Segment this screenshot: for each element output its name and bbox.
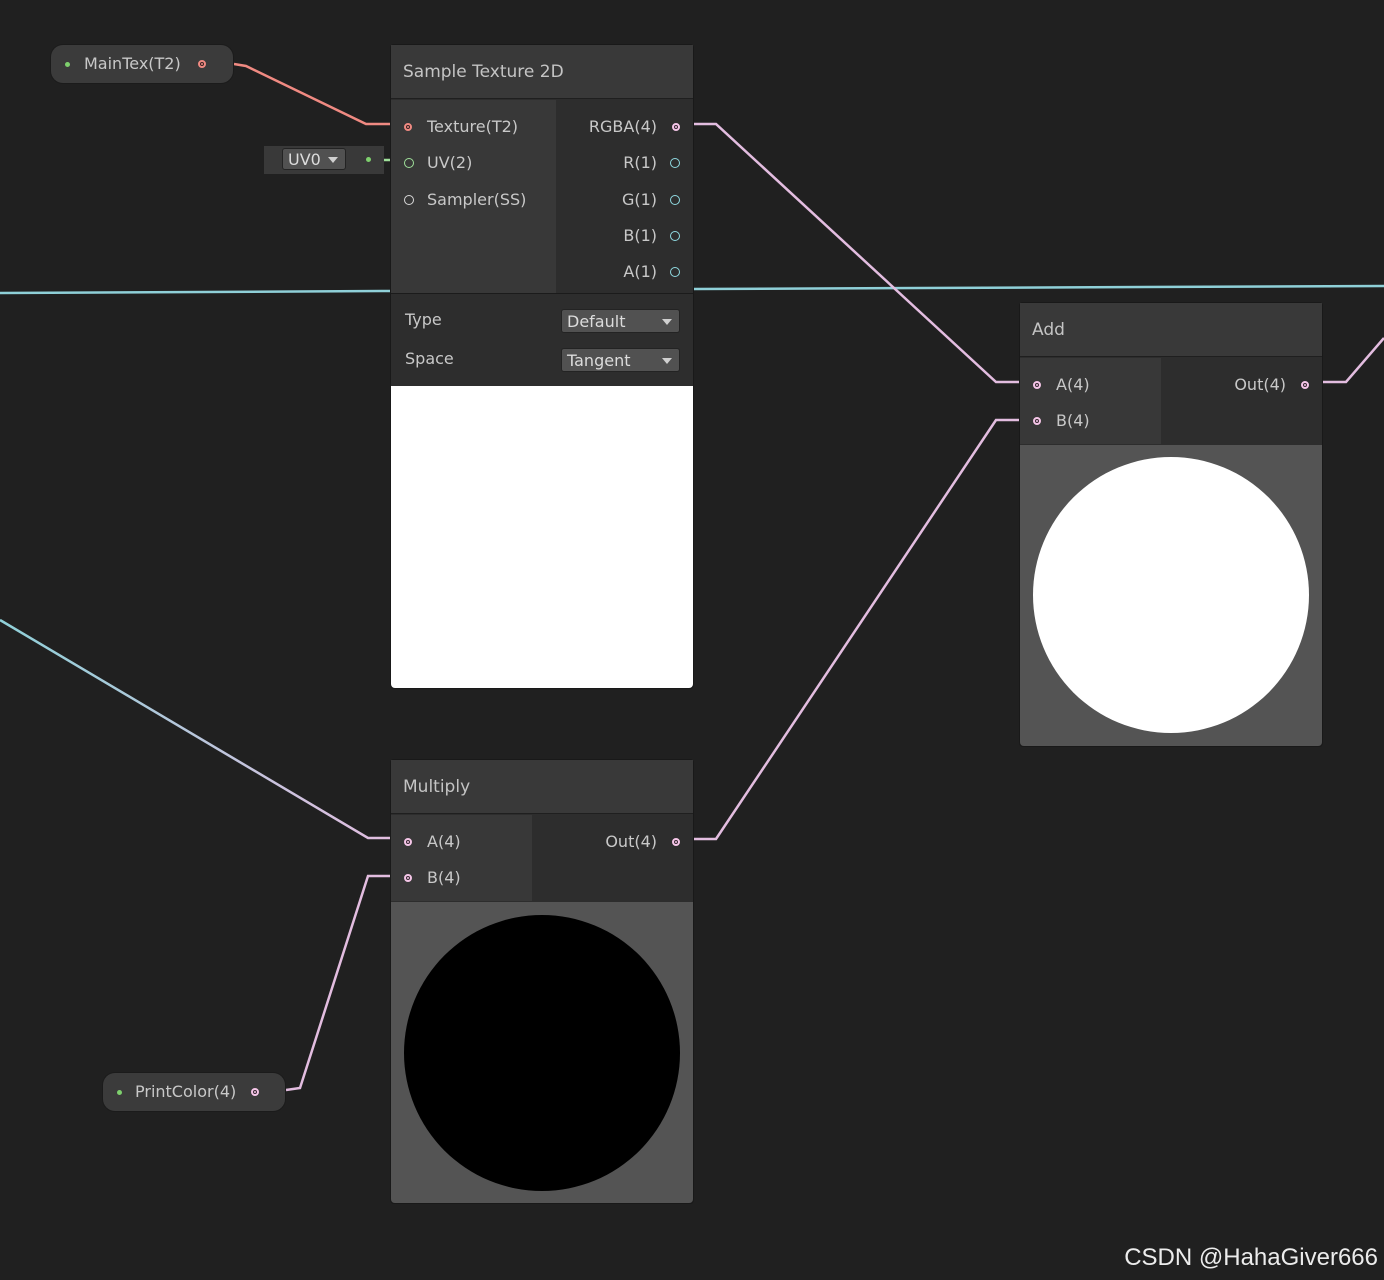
property-label: MainTex(T2)	[84, 54, 181, 73]
out-port-icon	[672, 838, 680, 846]
connection-dot-icon	[366, 157, 371, 162]
wire-to-multiply-a	[0, 618, 392, 840]
exposed-indicator-icon	[117, 1090, 122, 1095]
wire-maintex-to-texture	[233, 62, 392, 126]
wire-printcolor-to-multiply-b	[285, 874, 392, 1092]
input-port-a[interactable]: A(4)	[1032, 374, 1090, 396]
add-node[interactable]: Add A(4) B(4) Out(4)	[1020, 303, 1322, 746]
out-port-icon	[1301, 381, 1309, 389]
a-port-icon	[404, 838, 412, 846]
input-port-a[interactable]: A(4)	[403, 831, 461, 853]
output-column	[1162, 358, 1322, 444]
output-port-out[interactable]: Out(4)	[1234, 374, 1310, 396]
texture-port-icon	[404, 123, 412, 131]
exposed-indicator-icon	[65, 62, 70, 67]
add-preview	[1020, 445, 1322, 746]
uv-dropdown-value: UV0	[288, 150, 321, 169]
b-port-icon	[670, 231, 680, 241]
output-port-g[interactable]: G(1)	[622, 189, 681, 211]
node-title: Add	[1020, 303, 1322, 357]
a-port-icon	[670, 267, 680, 277]
output-port-r[interactable]: R(1)	[623, 152, 681, 174]
r-port-icon	[670, 158, 680, 168]
space-dropdown[interactable]: Tangent	[561, 348, 680, 372]
output-port-b[interactable]: B(1)	[623, 225, 681, 247]
chevron-down-icon	[328, 157, 338, 163]
output-column	[533, 815, 693, 901]
preview-sphere	[404, 915, 680, 1191]
b-port-icon	[404, 874, 412, 882]
output-port-out[interactable]: Out(4)	[605, 831, 681, 853]
ports-section: A(4) B(4) Out(4)	[1020, 358, 1322, 444]
input-port-texture[interactable]: Texture(T2)	[403, 116, 518, 138]
input-port-b[interactable]: B(4)	[1032, 410, 1090, 432]
type-label: Type	[405, 310, 442, 329]
property-node-printcolor[interactable]: PrintColor(4)	[103, 1073, 285, 1111]
b-port-icon	[1033, 417, 1041, 425]
g-port-icon	[670, 195, 680, 205]
output-port-icon[interactable]	[251, 1088, 259, 1096]
input-port-uv[interactable]: UV(2)	[403, 152, 472, 174]
watermark: CSDN @HahaGiver666	[1124, 1244, 1378, 1271]
output-port-a[interactable]: A(1)	[623, 261, 681, 283]
a-port-icon	[1033, 381, 1041, 389]
multiply-node[interactable]: Multiply A(4) B(4) Out(4)	[391, 760, 693, 1203]
property-node-maintex[interactable]: MainTex(T2)	[51, 45, 233, 83]
texture-preview	[391, 386, 693, 688]
input-port-b[interactable]: B(4)	[403, 867, 461, 889]
wire-float-horizontal	[0, 289, 391, 295]
uv-inline-field: UV0	[264, 146, 384, 174]
preview-sphere	[1033, 457, 1309, 733]
space-label: Space	[405, 349, 454, 368]
input-port-sampler[interactable]: Sampler(SS)	[403, 189, 526, 211]
chevron-down-icon	[662, 358, 672, 364]
wire-float-horizontal-right	[693, 284, 1384, 291]
uv-dropdown[interactable]: UV0	[282, 148, 346, 170]
wire-rgba-to-add-a	[694, 122, 1020, 384]
node-settings: Type Default Space Tangent	[391, 293, 693, 386]
wire-add-out	[1323, 337, 1384, 384]
sample-texture-2d-node[interactable]: Sample Texture 2D Texture(T2) UV(2) Samp…	[391, 45, 693, 688]
wire-multiply-to-add-b	[694, 418, 1020, 841]
output-port-rgba[interactable]: RGBA(4)	[589, 116, 681, 138]
property-label: PrintColor(4)	[135, 1082, 237, 1101]
uv-port-icon	[404, 158, 414, 168]
node-title: Multiply	[391, 760, 693, 814]
node-title: Sample Texture 2D	[391, 45, 693, 99]
type-dropdown[interactable]: Default	[561, 309, 680, 333]
chevron-down-icon	[662, 319, 672, 325]
ports-section: A(4) B(4) Out(4)	[391, 815, 693, 901]
rgba-port-icon	[672, 123, 680, 131]
output-port-icon[interactable]	[198, 60, 206, 68]
sampler-port-icon	[404, 195, 414, 205]
multiply-preview	[391, 902, 693, 1203]
